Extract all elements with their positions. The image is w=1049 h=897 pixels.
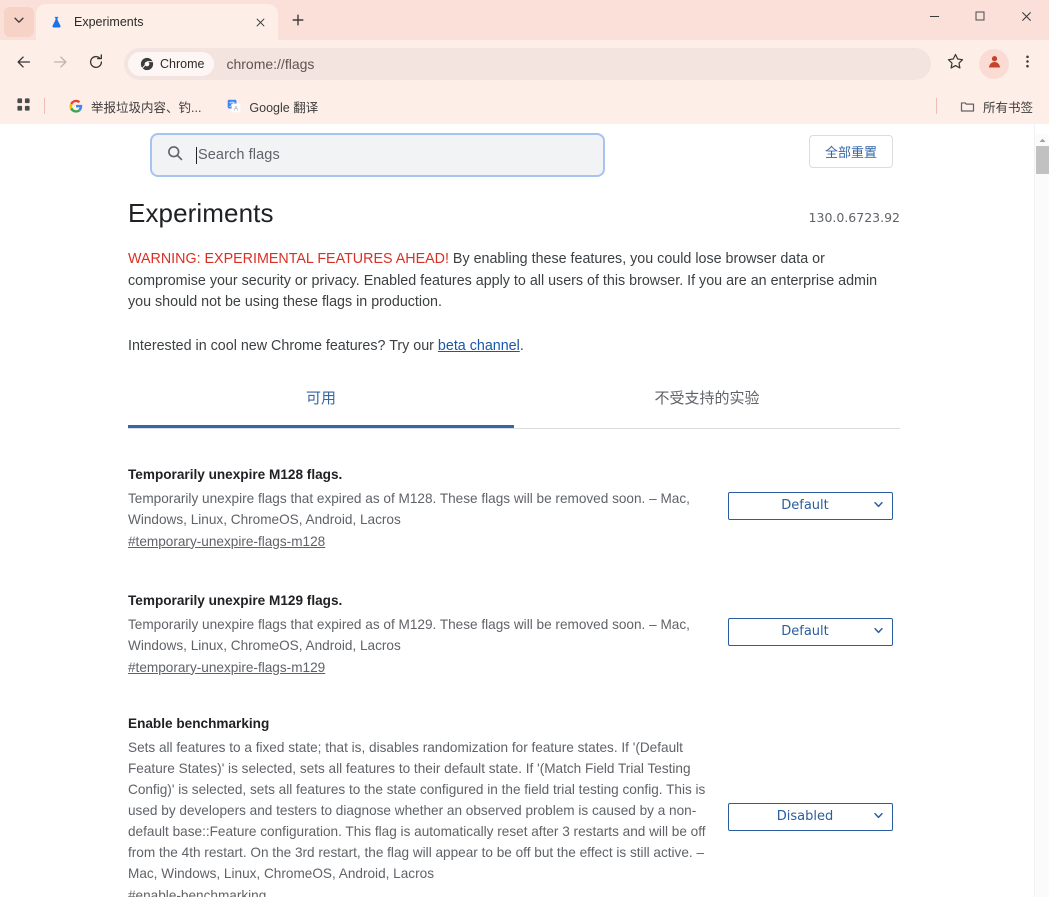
folder-icon [960,98,976,114]
flag-description: Temporarily unexpire flags that expired … [128,616,690,653]
flag-info: Temporarily unexpire M129 flags. Tempora… [128,592,728,677]
address-bar[interactable]: Chrome chrome://flags [124,48,931,80]
beta-channel-link[interactable]: beta channel [438,338,520,354]
flags-tab-bar: 可用 不受支持的实验 [128,387,900,429]
bookmark-separator-right [935,98,937,114]
chevron-down-icon [873,810,884,823]
beta-channel-paragraph: Interested in cool new Chrome features? … [128,336,900,357]
flag-description: Temporarily unexpire flags that expired … [128,490,690,527]
version-label: 130.0.6723.92 [808,210,900,225]
minimize-button[interactable] [911,0,957,32]
flags-search-header: Search flags 全部重置 [0,124,1034,186]
flag-info: Temporarily unexpire M128 flags. Tempora… [128,466,728,551]
flag-select-cell: Default [728,592,935,646]
search-placeholder: Search flags [198,147,280,163]
maximize-button[interactable] [957,0,1003,32]
arrow-right-icon [51,53,69,76]
flag-entry: Enable benchmarking Sets all features to… [128,701,900,897]
flag-state-value: Default [781,624,829,639]
apps-grid-icon [16,97,31,115]
flags-content: Experiments 130.0.6723.92 WARNING: EXPER… [0,186,1034,897]
google-translate-icon: 文 A [226,98,242,114]
tab-unsupported[interactable]: 不受支持的实验 [514,387,900,428]
page-scrollbar[interactable] [1034,124,1049,897]
all-bookmarks-button[interactable]: 所有书签 [945,94,1041,118]
search-input[interactable]: Search flags [150,133,605,177]
beta-prefix: Interested in cool new Chrome features? … [128,337,438,354]
bookmark-label: Google 翻译 [249,100,319,115]
browser-menu-button[interactable] [1013,48,1041,80]
close-icon[interactable] [250,12,270,32]
search-icon [166,144,184,167]
warning-paragraph: WARNING: EXPERIMENTAL FEATURES AHEAD! By… [128,249,900,314]
browser-tab-experiments[interactable]: Experiments [36,4,278,40]
chevron-down-icon [873,625,884,638]
reload-icon [87,53,105,76]
scrollbar-top-gap [1035,124,1049,134]
flag-state-select[interactable]: Default [728,617,893,646]
browser-toolbar: Chrome chrome://flags [0,40,1049,88]
flag-state-value: Disabled [776,809,834,824]
reset-all-button[interactable]: 全部重置 [809,135,893,168]
flag-entry: Temporarily unexpire M128 flags. Tempora… [128,452,900,551]
bookmark-item-0[interactable]: 举报垃圾内容、钓... [53,94,209,118]
flag-permalink[interactable]: #temporary-unexpire-flags-m129 [128,660,325,675]
text-caret [196,146,197,164]
profile-button[interactable] [979,49,1009,79]
scrollbar-thumb[interactable] [1036,146,1049,174]
bookmarks-bar: 举报垃圾内容、钓... 文 A Google 翻译 所有书签 [0,88,1049,124]
reload-button[interactable] [80,48,112,80]
page-header: Experiments 130.0.6723.92 [128,198,900,229]
flag-permalink[interactable]: #temporary-unexpire-flags-m128 [128,534,325,549]
flag-title: Temporarily unexpire M129 flags. [128,592,343,608]
beta-suffix: . [519,337,524,354]
apps-shortcut-button[interactable] [10,93,36,119]
flag-select-cell: Default [728,466,935,520]
tab-title: Experiments [74,15,144,29]
tab-strip: Experiments [0,0,1049,40]
warning-headline: WARNING: EXPERIMENTAL FEATURES AHEAD! [128,251,449,267]
bookmark-item-1[interactable]: 文 A Google 翻译 [211,94,326,118]
flask-icon [48,14,64,30]
flag-description: Sets all features to a fixed state; that… [128,739,706,881]
bookmark-label: 举报垃圾内容、钓... [91,100,202,115]
chrome-logo-icon [140,57,154,71]
flag-entry: Temporarily unexpire M129 flags. Tempora… [128,578,900,677]
svg-text:A: A [234,106,239,113]
page-title: Experiments [128,198,274,228]
flag-title: Temporarily unexpire M128 flags. [128,466,343,482]
flag-info: Enable benchmarking Sets all features to… [128,715,728,897]
chevron-down-icon [12,13,26,32]
new-tab-button[interactable] [284,8,312,36]
star-icon [946,52,965,76]
flag-state-select[interactable]: Disabled [728,802,893,831]
chrome-scheme-chip: Chrome [128,52,215,76]
flag-permalink[interactable]: #enable-benchmarking [128,888,266,897]
address-bar-url: chrome://flags [226,56,315,72]
bookmark-separator [44,98,45,114]
arrow-left-icon [15,53,33,76]
forward-button [44,48,76,80]
plus-icon [291,13,305,32]
browser-window: Experiments Chrome chrome://flags 举报垃圾内容… [0,0,1049,897]
google-g-icon [68,98,84,114]
window-close-button[interactable] [1003,0,1049,32]
all-bookmarks-label: 所有书签 [982,100,1033,115]
back-button[interactable] [8,48,40,80]
tab-search-button[interactable] [4,7,34,37]
chevron-down-icon [873,499,884,512]
tab-available[interactable]: 可用 [128,387,514,428]
flag-state-value: Default [781,498,829,513]
page-viewport: Search flags 全部重置 Experiments 130.0.6723… [0,124,1049,897]
flag-state-select[interactable]: Default [728,491,893,520]
chrome-chip-label: Chrome [160,57,205,71]
profile-avatar-icon [986,53,1003,75]
flag-select-cell: Disabled [728,715,935,831]
toolbar-actions [937,48,1041,80]
scroll-up-arrow-icon[interactable] [1035,134,1049,146]
flag-title: Enable benchmarking [128,715,270,731]
bookmark-star-button[interactable] [939,48,971,80]
more-vertical-icon [1020,54,1035,74]
window-controls [911,0,1049,32]
